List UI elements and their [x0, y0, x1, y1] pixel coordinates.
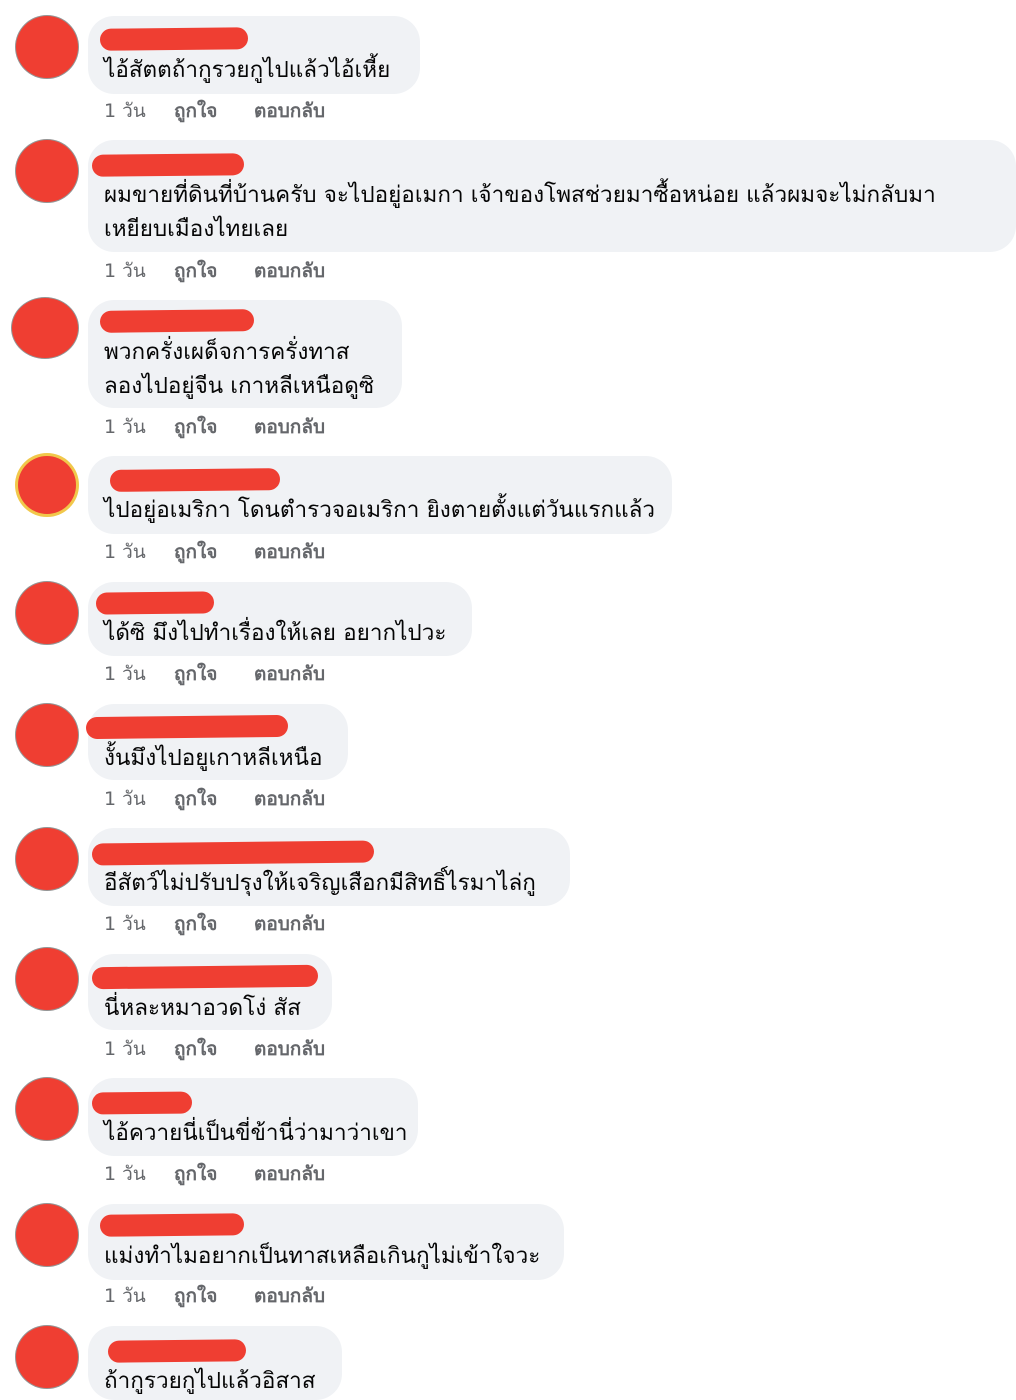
- like-button[interactable]: ถูกใจ: [174, 784, 217, 814]
- comment-text: ผมขายที่ดินที่บ้านครับ จะไปอยู่อเมกา เจ้…: [104, 182, 936, 208]
- comment-time[interactable]: 1 วัน: [104, 412, 146, 442]
- reply-button[interactable]: ตอบกลับ: [254, 659, 325, 689]
- like-button[interactable]: ถูกใจ: [174, 1281, 217, 1311]
- like-button[interactable]: ถูกใจ: [174, 96, 217, 126]
- comment-text: ถ้ากูรวยกูไปแล้วอิสาส: [104, 1368, 316, 1394]
- avatar[interactable]: [18, 456, 76, 514]
- comment-bubble: อีสัตว์ไม่ปรับปรุงให้เจริญเสือกมีสิทธิ์ไ…: [88, 828, 570, 906]
- reply-button[interactable]: ตอบกลับ: [254, 412, 325, 442]
- avatar[interactable]: [12, 298, 78, 358]
- like-button[interactable]: ถูกใจ: [174, 659, 217, 689]
- comment-time[interactable]: 1 วัน: [104, 96, 146, 126]
- comment-text: ไอ้สัตตถ้ากูรวยกูไปแล้วไอ้เหี้ย: [104, 57, 391, 83]
- comment-time[interactable]: 1 วัน: [104, 659, 146, 689]
- avatar[interactable]: [16, 1326, 78, 1388]
- comment-text: พวกครั่งเผด็จการครั่งทาส: [104, 339, 350, 365]
- redacted-author-name: [107, 1339, 247, 1363]
- avatar[interactable]: [16, 1204, 78, 1266]
- comment-time[interactable]: 1 วัน: [104, 1159, 146, 1189]
- reply-button[interactable]: ตอบกลับ: [254, 784, 325, 814]
- comment-bubble: นี่หละหมาอวดโง่ สัส: [88, 954, 332, 1030]
- comment-bubble: ผมขายที่ดินที่บ้านครับ จะไปอยู่อเมกา เจ้…: [88, 140, 1016, 252]
- redacted-author-name: [99, 27, 249, 51]
- redacted-author-name: [91, 1091, 193, 1115]
- reply-button[interactable]: ตอบกลับ: [254, 1159, 325, 1189]
- comment-bubble: แม่งทำไมอยากเป็นทาสเหลือเกินกูไม่เข้าใจว…: [88, 1204, 564, 1280]
- comment-time[interactable]: 1 วัน: [104, 256, 146, 286]
- comment-bubble: ไปอยู่อเมริกา โดนตำรวจอเมริกา ยิงตายตั้ง…: [88, 456, 672, 534]
- comment-bubble: ไอ้ควายนี่เป็นขี่ข้านี่ว่ามาว่าเขา: [88, 1078, 418, 1156]
- reply-button[interactable]: ตอบกลับ: [254, 96, 325, 126]
- redacted-author-name: [91, 964, 319, 990]
- comment-time[interactable]: 1 วัน: [104, 784, 146, 814]
- reply-button[interactable]: ตอบกลับ: [254, 256, 325, 286]
- comment-time[interactable]: 1 วัน: [104, 1034, 146, 1064]
- reply-button[interactable]: ตอบกลับ: [254, 1281, 325, 1311]
- avatar[interactable]: [16, 1078, 78, 1140]
- comment-text: แม่งทำไมอยากเป็นทาสเหลือเกินกูไม่เข้าใจว…: [104, 1243, 541, 1269]
- comment-text: นี่หละหมาอวดโง่ สัส: [104, 995, 301, 1021]
- like-button[interactable]: ถูกใจ: [174, 1034, 217, 1064]
- avatar[interactable]: [16, 582, 78, 644]
- avatar[interactable]: [16, 16, 78, 78]
- like-button[interactable]: ถูกใจ: [174, 909, 217, 939]
- redacted-author-name: [91, 153, 245, 177]
- comment-text: อีสัตว์ไม่ปรับปรุงให้เจริญเสือกมีสิทธิ์ไ…: [104, 870, 536, 896]
- like-button[interactable]: ถูกใจ: [174, 537, 217, 567]
- comments-screen: { "comments": [ {"text": "ไอ้สัตตถ้ากูรว…: [0, 0, 1016, 1400]
- redacted-author-name: [91, 840, 375, 866]
- avatar[interactable]: [16, 828, 78, 890]
- redacted-author-name: [99, 309, 255, 333]
- comment-time[interactable]: 1 วัน: [104, 537, 146, 567]
- redacted-author-name: [99, 1213, 245, 1237]
- reply-button[interactable]: ตอบกลับ: [254, 537, 325, 567]
- comment-time[interactable]: 1 วัน: [104, 1281, 146, 1311]
- comment-text-line-2: ลองไปอยู่จีน เกาหลีเหนือดูซิ: [104, 373, 375, 399]
- like-button[interactable]: ถูกใจ: [174, 1159, 217, 1189]
- comment-text: ไอ้ควายนี่เป็นขี่ข้านี่ว่ามาว่าเขา: [104, 1120, 408, 1146]
- like-button[interactable]: ถูกใจ: [174, 256, 217, 286]
- like-button[interactable]: ถูกใจ: [174, 412, 217, 442]
- redacted-author-name: [95, 591, 215, 615]
- avatar[interactable]: [16, 140, 78, 202]
- redacted-author-name: [85, 714, 289, 740]
- comment-time[interactable]: 1 วัน: [104, 909, 146, 939]
- comment-bubble: ถ้ากูรวยกูไปแล้วอิสาส: [88, 1326, 342, 1400]
- comment-text: ได้ซิ มึงไปทำเรื่องให้เลย อยากไปวะ: [104, 620, 447, 646]
- redacted-author-name: [109, 468, 281, 492]
- reply-button[interactable]: ตอบกลับ: [254, 1034, 325, 1064]
- comment-text-line-2: เหยียบเมืองไทยเลย: [104, 216, 289, 242]
- comment-bubble: ไอ้สัตตถ้ากูรวยกูไปแล้วไอ้เหี้ย: [88, 16, 420, 94]
- comment-bubble: ได้ซิ มึงไปทำเรื่องให้เลย อยากไปวะ: [88, 582, 472, 656]
- comment-bubble: งั้นมึงไปอยูเกาหลีเหนือ: [85, 704, 348, 780]
- comment-bubble: พวกครั่งเผด็จการครั่งทาส ลองไปอยู่จีน เก…: [88, 300, 402, 408]
- avatar[interactable]: [16, 704, 78, 766]
- comment-text: งั้นมึงไปอยูเกาหลีเหนือ: [104, 745, 323, 771]
- comment-text: ไปอยู่อเมริกา โดนตำรวจอเมริกา ยิงตายตั้ง…: [104, 497, 656, 523]
- avatar[interactable]: [16, 948, 78, 1010]
- reply-button[interactable]: ตอบกลับ: [254, 909, 325, 939]
